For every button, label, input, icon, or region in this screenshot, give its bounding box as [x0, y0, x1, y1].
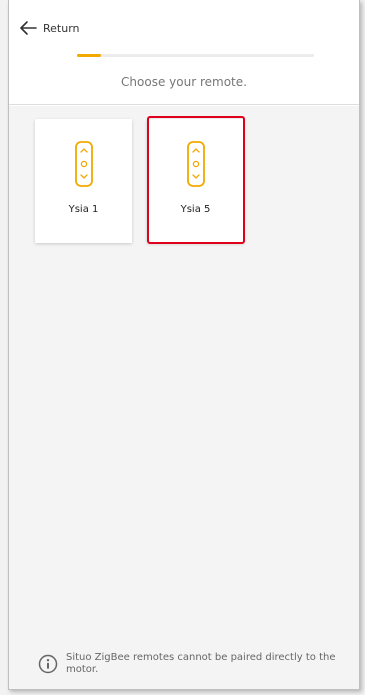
header: Return Choose your remote. [9, 0, 359, 105]
app-window: Return Choose your remote. Ysia 1 Ysia 5 [8, 0, 360, 690]
progress-fill [77, 54, 101, 57]
remote-card-ysia-1[interactable]: Ysia 1 [35, 119, 132, 243]
progress-bar [77, 54, 314, 57]
return-label: Return [43, 21, 80, 35]
info-note-text: Situo ZigBee remotes cannot be paired di… [66, 652, 336, 675]
remote-icon [74, 141, 93, 187]
remote-card-ysia-5[interactable]: Ysia 5 [147, 119, 244, 243]
remote-name: Ysia 5 [180, 204, 211, 215]
info-note: Situo ZigBee remotes cannot be paired di… [38, 652, 343, 676]
page-title: Choose your remote. [121, 75, 247, 89]
remote-icon [186, 141, 205, 187]
info-icon [38, 654, 58, 674]
remote-name: Ysia 1 [68, 204, 99, 215]
return-button[interactable]: Return [19, 18, 80, 38]
arrow-left-icon [20, 21, 37, 35]
remote-list: Ysia 1 Ysia 5 [9, 106, 359, 689]
